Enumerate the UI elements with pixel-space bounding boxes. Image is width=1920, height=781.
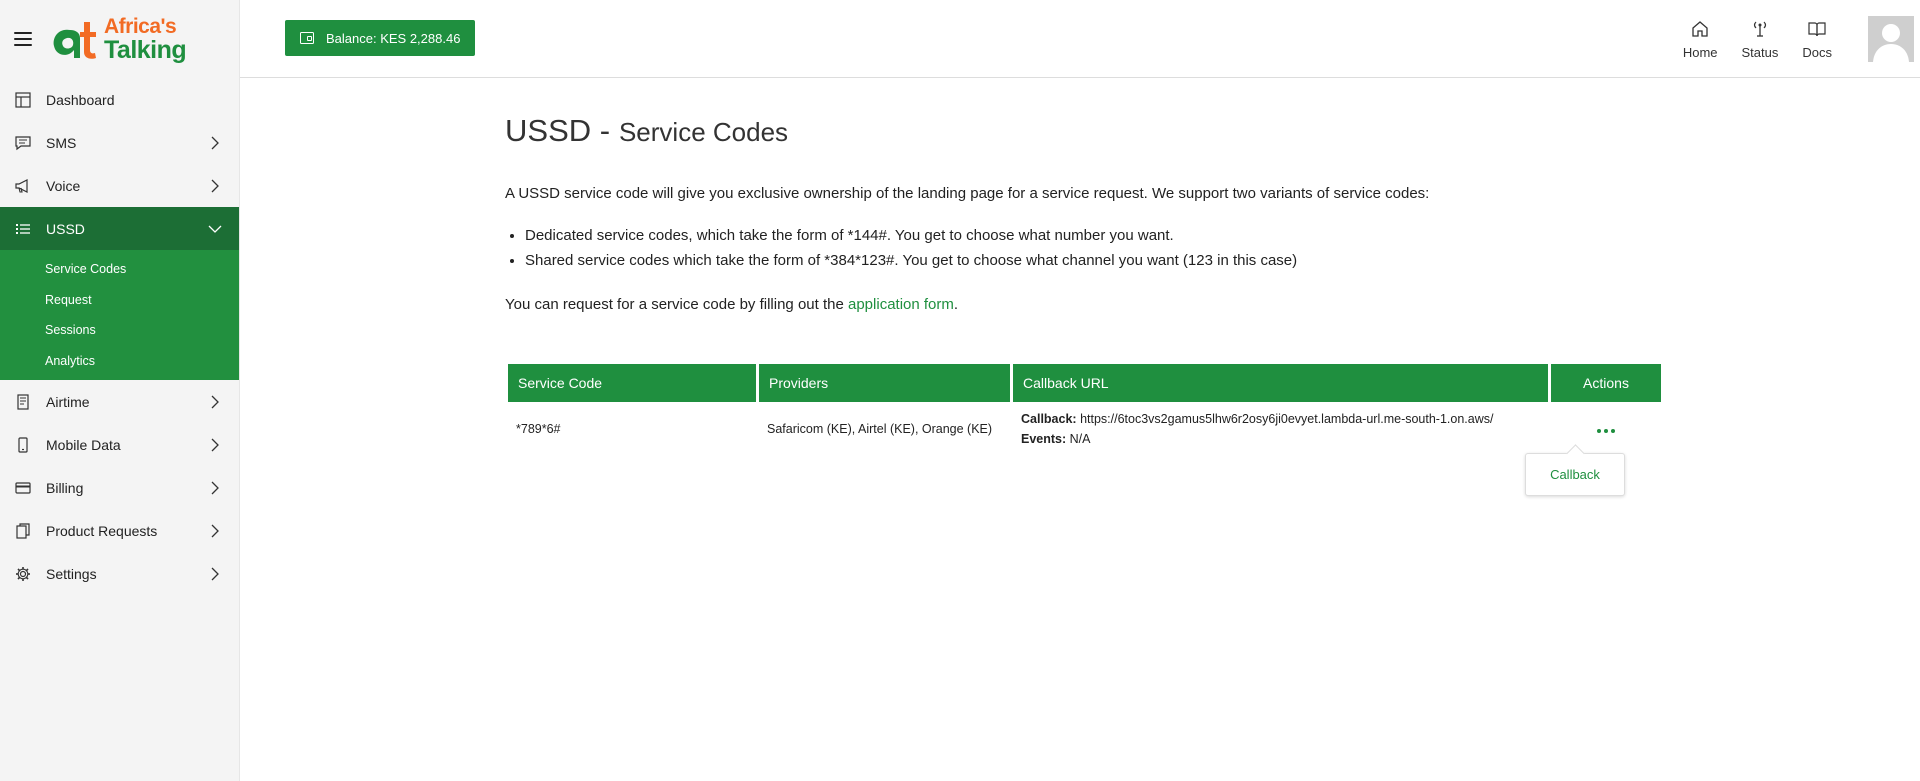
actions-cell	[1551, 402, 1661, 456]
list-item: Shared service codes which take the form…	[525, 252, 1297, 269]
column-header-actions: Actions	[1551, 364, 1661, 402]
logo-mark-icon	[53, 22, 96, 59]
antenna-icon	[1750, 19, 1770, 39]
events-label: Events:	[1021, 432, 1067, 446]
sidebar-item-airtime[interactable]: Airtime	[0, 380, 239, 423]
dashboard-icon	[14, 91, 32, 109]
sidebar-subitem-analytics[interactable]: Analytics	[0, 346, 239, 377]
user-avatar[interactable]	[1868, 16, 1914, 62]
page-title-sub: Service Codes	[618, 117, 789, 147]
callback-url-cell: Callback: https://6toc3vs2gamus5lhw6r2os…	[1013, 402, 1548, 456]
sidebar-item-sms[interactable]: SMS	[0, 121, 239, 164]
gear-icon	[14, 565, 32, 583]
sidebar-item-voice[interactable]: Voice	[0, 164, 239, 207]
sidebar-item-label: Dashboard	[46, 91, 115, 108]
application-form-link[interactable]: application form	[848, 296, 954, 313]
providers-cell: Safaricom (KE), Airtel (KE), Orange (KE)	[767, 422, 993, 436]
page-title-main: USSD -	[505, 113, 611, 148]
sidebar-item-product-requests[interactable]: Product Requests	[0, 509, 239, 552]
book-icon	[1807, 19, 1827, 39]
sidebar-item-label: Settings	[46, 565, 97, 582]
sidebar-item-label: Mobile Data	[46, 436, 121, 453]
sidebar-item-billing[interactable]: Billing	[0, 466, 239, 509]
sidebar-item-dashboard[interactable]: Dashboard	[0, 78, 239, 121]
page-title: USSD - Service Codes	[505, 112, 788, 149]
request-text-suffix: .	[953, 296, 959, 313]
table-header-row: Service Code Providers Callback URL Acti…	[508, 364, 1661, 402]
sidebar: Africa's Talking Dashboard SMS Voice USS…	[0, 0, 240, 781]
home-icon	[1690, 19, 1710, 39]
receipt-icon	[14, 393, 32, 411]
intro-text: A USSD service code will give you exclus…	[505, 185, 1430, 202]
topbar: Balance: KES 2,288.46 Home Status Docs	[240, 0, 1920, 78]
chevron-right-icon	[207, 178, 223, 194]
chevron-right-icon	[207, 523, 223, 539]
sidebar-subitem-sessions[interactable]: Sessions	[0, 315, 239, 346]
megaphone-icon	[14, 177, 32, 195]
request-text-prefix: You can request for a service code by fi…	[505, 296, 844, 313]
chevron-right-icon	[207, 394, 223, 410]
hamburger-menu-icon[interactable]	[14, 32, 32, 46]
list-icon	[14, 220, 32, 238]
sidebar-item-label: Billing	[46, 479, 84, 496]
request-text: You can request for a service code by fi…	[505, 296, 958, 313]
service-code-variants-list: Dedicated service codes, which take the …	[525, 227, 1297, 277]
top-nav-home[interactable]: Home	[1683, 19, 1718, 60]
top-navigation: Home Status Docs	[1683, 0, 1920, 78]
card-icon	[14, 479, 32, 497]
files-icon	[14, 522, 32, 540]
top-nav-home-label: Home	[1682, 44, 1718, 60]
balance-label: Balance: KES 2,288.46	[326, 30, 461, 46]
events-value: N/A	[1069, 432, 1091, 446]
logo-text-line1: Africa's	[104, 14, 177, 38]
top-nav-status-label: Status	[1741, 44, 1779, 60]
sidebar-subitem-service-codes[interactable]: Service Codes	[0, 254, 239, 285]
list-item: Dedicated service codes, which take the …	[525, 227, 1297, 244]
column-header-service-code: Service Code	[508, 364, 756, 402]
more-actions-icon[interactable]	[1597, 429, 1615, 433]
sidebar-subitem-request[interactable]: Request	[0, 285, 239, 316]
callback-label: Callback:	[1021, 412, 1077, 426]
chevron-right-icon	[207, 480, 223, 496]
sidebar-item-label: USSD	[46, 220, 85, 237]
main-content: USSD - Service Codes A USSD service code…	[240, 78, 1920, 781]
callback-url-value: https://6toc3vs2gamus5lhw6r2osy6ji0evyet…	[1080, 412, 1494, 426]
chevron-right-icon	[207, 135, 223, 151]
sidebar-item-ussd[interactable]: USSD	[0, 207, 239, 250]
brand-header: Africa's Talking	[0, 0, 239, 78]
chevron-right-icon	[207, 437, 223, 453]
top-nav-docs-label: Docs	[1802, 44, 1832, 60]
sidebar-item-label: SMS	[46, 134, 77, 151]
callback-popover-button[interactable]: Callback	[1525, 453, 1625, 496]
sidebar-item-mobile-data[interactable]: Mobile Data	[0, 423, 239, 466]
sidebar-item-settings[interactable]: Settings	[0, 552, 239, 595]
sidebar-item-label: Airtime	[46, 393, 90, 410]
service-code-cell: *789*6#	[516, 422, 561, 436]
service-codes-table: Service Code Providers Callback URL Acti…	[505, 364, 1664, 456]
chevron-right-icon	[207, 566, 223, 582]
chevron-down-icon	[207, 221, 223, 237]
sidebar-item-label: Voice	[46, 177, 81, 194]
balance-button[interactable]: Balance: KES 2,288.46	[285, 20, 476, 56]
ussd-submenu: Service Codes Request Sessions Analytics	[0, 250, 239, 380]
wallet-icon	[300, 32, 314, 44]
phone-icon	[14, 436, 32, 454]
logo-text-line2: Talking	[104, 35, 187, 64]
column-header-callback-url: Callback URL	[1013, 364, 1548, 402]
table-row: *789*6# Safaricom (KE), Airtel (KE), Ora…	[508, 402, 1661, 456]
africas-talking-logo[interactable]: Africa's Talking	[48, 14, 187, 64]
top-nav-docs[interactable]: Docs	[1802, 19, 1832, 60]
user-silhouette-icon	[1873, 24, 1909, 62]
column-header-providers: Providers	[759, 364, 1010, 402]
top-nav-status[interactable]: Status	[1741, 19, 1779, 60]
message-icon	[14, 134, 32, 152]
sidebar-item-label: Product Requests	[46, 522, 158, 539]
